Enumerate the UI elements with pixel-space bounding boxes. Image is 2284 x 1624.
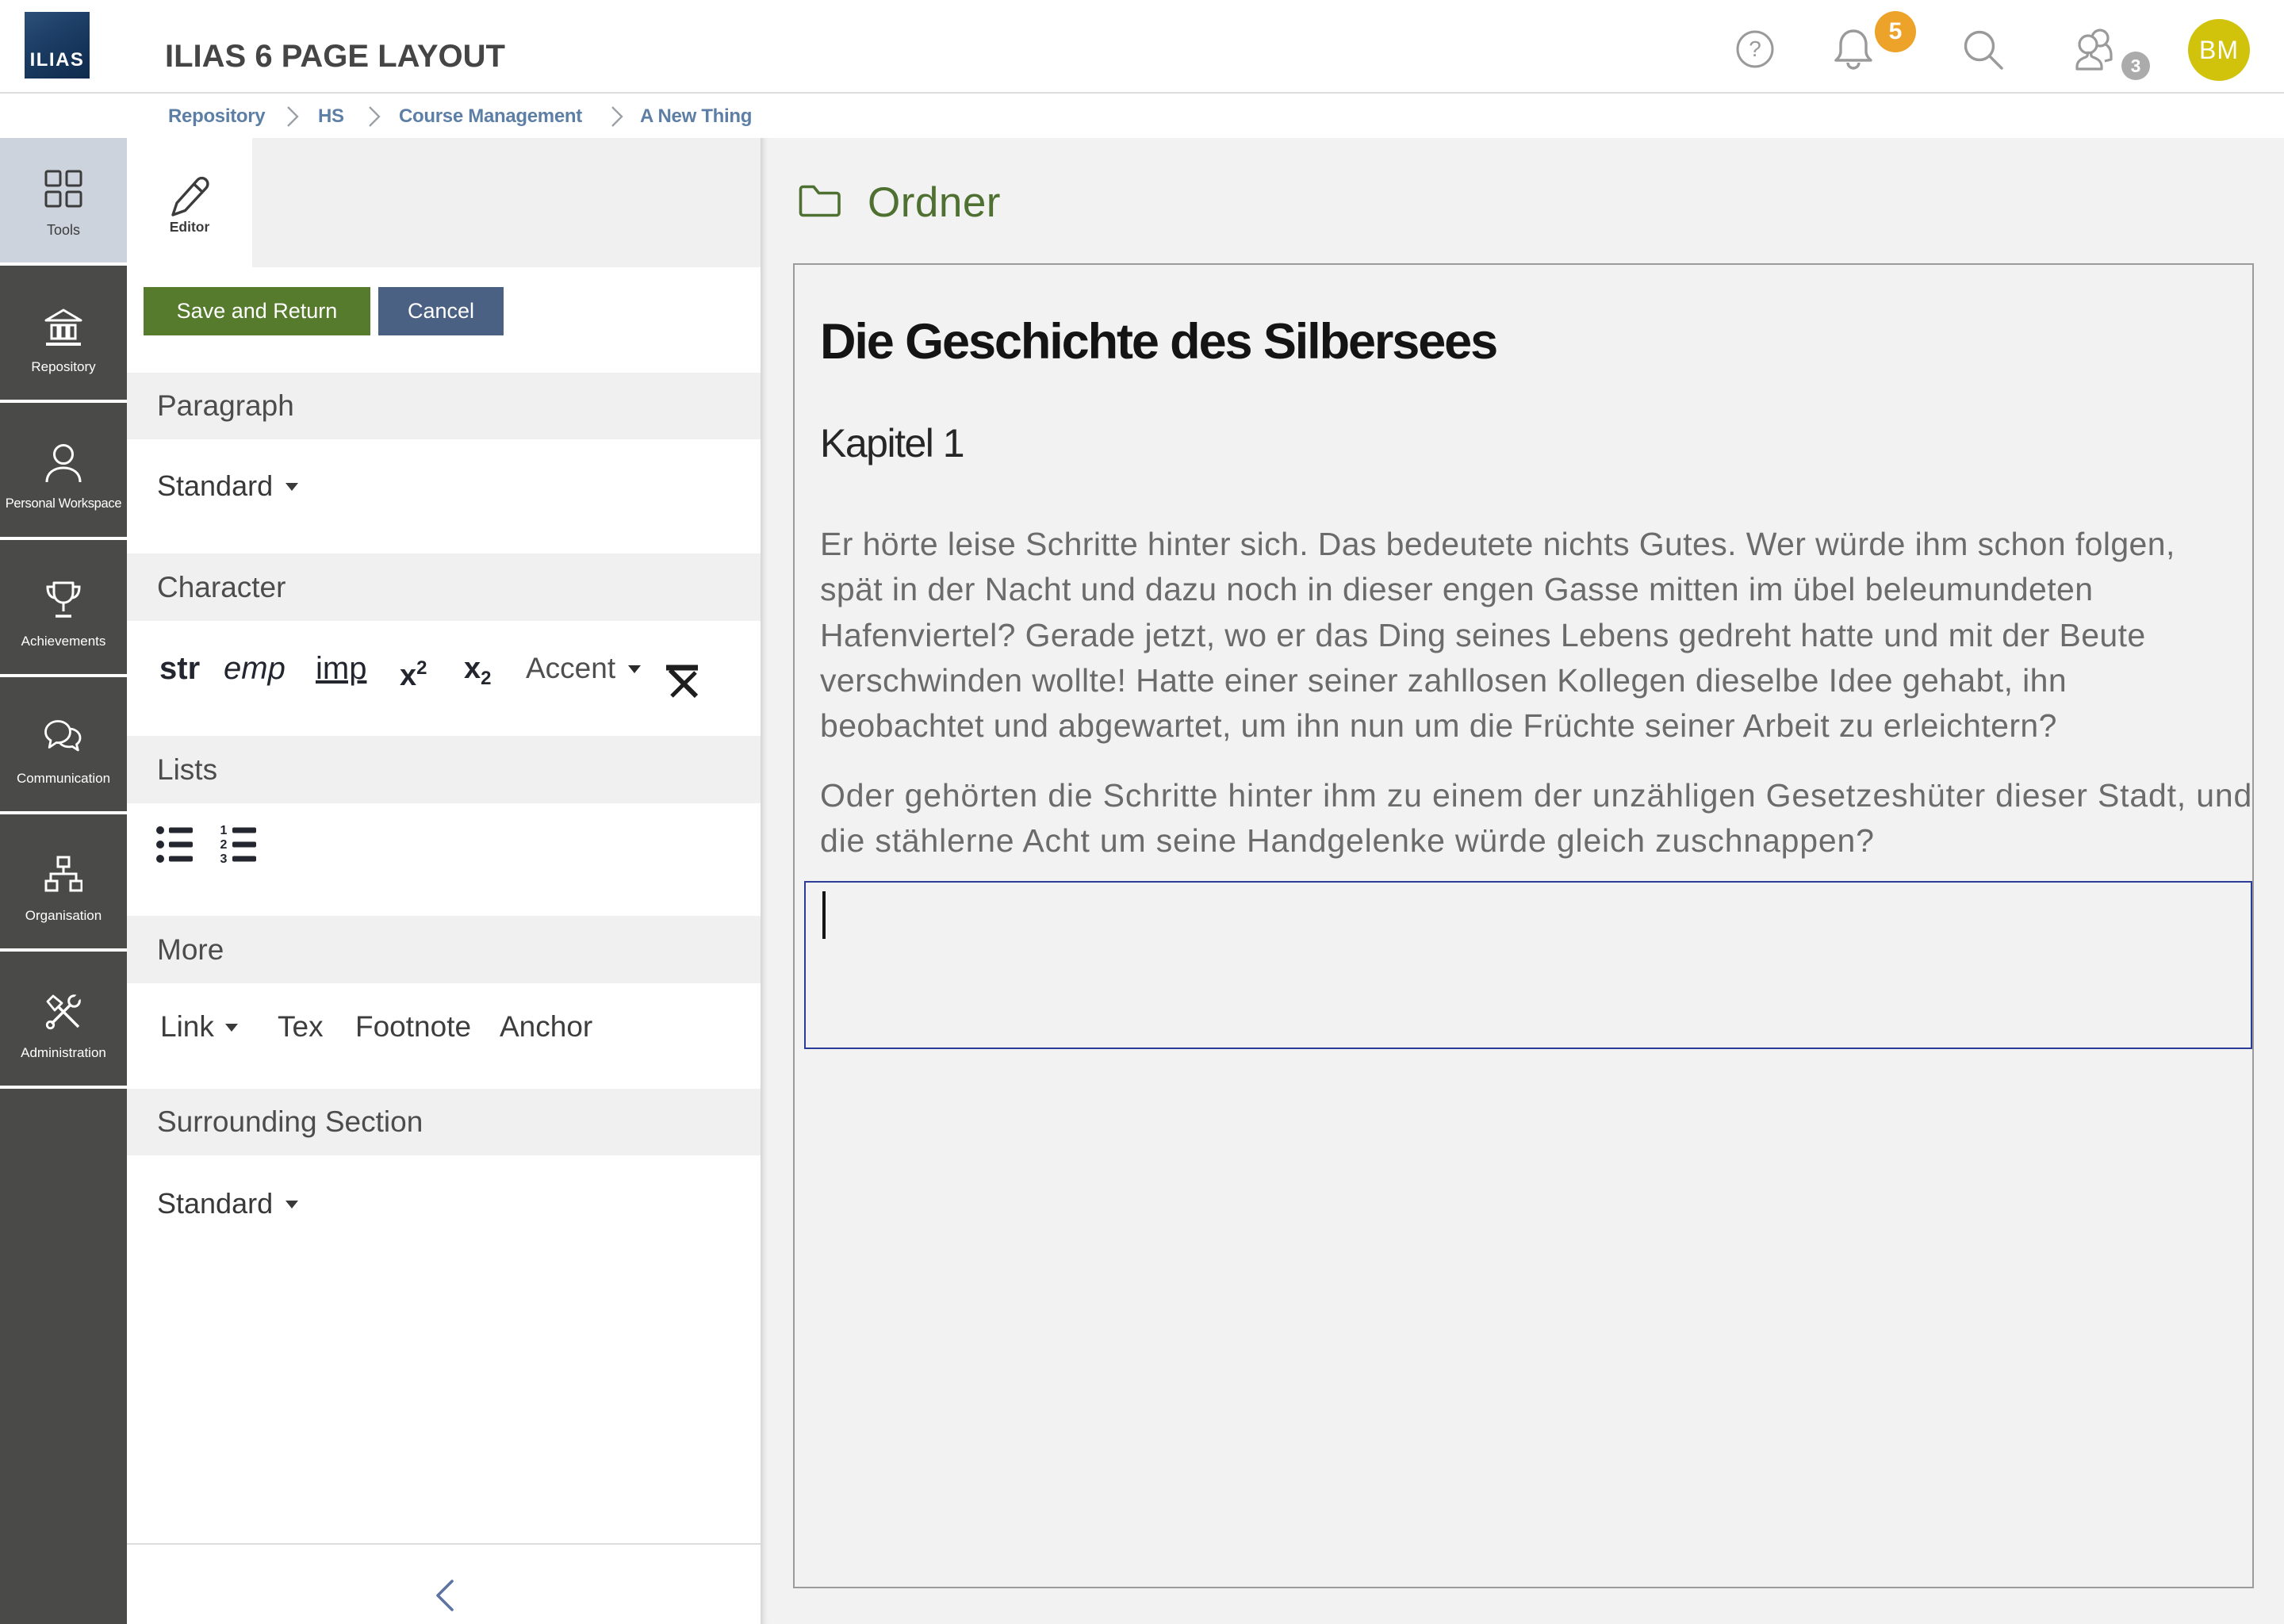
svg-text:?: ? — [1749, 36, 1761, 61]
svg-text:2: 2 — [220, 838, 228, 852]
svg-text:3: 3 — [220, 852, 228, 864]
svg-text:1: 1 — [220, 825, 228, 837]
